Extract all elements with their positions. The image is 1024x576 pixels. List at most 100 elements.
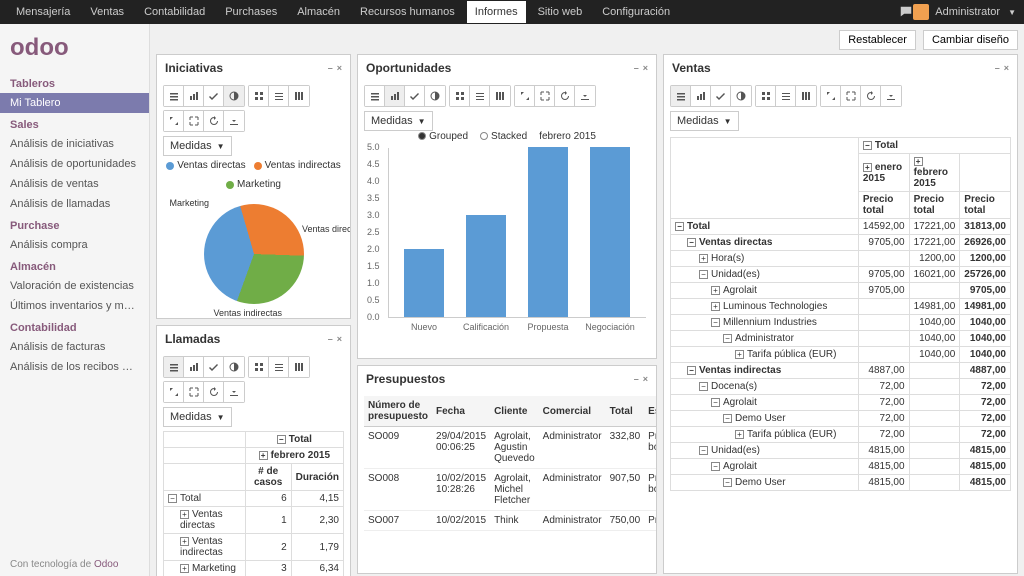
menu-almacén[interactable]: Almacén	[289, 1, 348, 23]
panel-presupuestos: Presupuestos –× Número de presupuestoFech…	[357, 365, 657, 574]
menu-contabilidad[interactable]: Contabilidad	[136, 1, 213, 23]
check-icon[interactable]	[204, 86, 224, 106]
full-icon[interactable]	[184, 382, 204, 402]
grid-icon[interactable]	[756, 86, 776, 106]
menu-sitio web[interactable]: Sitio web	[530, 1, 591, 23]
list-icon[interactable]	[671, 86, 691, 106]
user-menu[interactable]: Administrator ▼	[913, 4, 1016, 20]
stacked-toggle[interactable]: Stacked	[480, 131, 527, 142]
lines-icon[interactable]	[269, 86, 289, 106]
panel-iniciativas: Iniciativas–× Medidas▼ Ventas directasVe…	[156, 54, 351, 319]
cols-icon[interactable]	[796, 86, 816, 106]
half-icon[interactable]	[731, 86, 751, 106]
minimize-icon[interactable]: –	[328, 334, 333, 344]
minimize-icon[interactable]: –	[995, 63, 1000, 73]
sidebar-item[interactable]: Análisis de ventas	[0, 174, 149, 194]
sidebar-item[interactable]: Análisis de iniciativas	[0, 134, 149, 154]
sidebar-item[interactable]: Análisis de llamadas	[0, 194, 149, 214]
list-icon[interactable]	[164, 86, 184, 106]
sidebar-item[interactable]: Análisis de facturas	[0, 337, 149, 357]
sidebar-item[interactable]: Mi Tablero	[0, 93, 149, 113]
bar-icon[interactable]	[184, 357, 204, 377]
budget-table: Número de presupuestoFechaClienteComerci…	[364, 396, 656, 531]
download-icon[interactable]	[575, 86, 595, 106]
list-icon[interactable]	[164, 357, 184, 377]
list-icon[interactable]	[365, 86, 385, 106]
refresh-icon[interactable]	[204, 111, 224, 131]
menu-ventas[interactable]: Ventas	[82, 1, 132, 23]
table-row[interactable]: SO00929/04/2015 00:06:25Agrolait, Agusti…	[364, 427, 656, 469]
minimize-icon[interactable]: –	[634, 63, 639, 73]
panel-title: Presupuestos	[366, 372, 445, 386]
expand-icon[interactable]	[821, 86, 841, 106]
menu-mensajería[interactable]: Mensajería	[8, 1, 78, 23]
legend-item: Ventas indirectas	[254, 160, 341, 171]
measures-dropdown[interactable]: Medidas▼	[163, 407, 232, 427]
sidebar-item[interactable]: Últimos inventarios y movi...	[0, 296, 149, 316]
close-icon[interactable]: ×	[643, 63, 648, 73]
half-icon[interactable]	[425, 86, 445, 106]
full-icon[interactable]	[184, 111, 204, 131]
table-row[interactable]: SO00810/02/2015 10:28:26Agrolait, Michel…	[364, 469, 656, 511]
menu-recursos humanos[interactable]: Recursos humanos	[352, 1, 463, 23]
panel-oportunidades: Oportunidades –× Medidas▼ Grouped Stacked…	[357, 54, 657, 359]
sidebar-item[interactable]: Análisis de los recibos de ...	[0, 357, 149, 377]
grid-icon[interactable]	[249, 357, 269, 377]
close-icon[interactable]: ×	[337, 334, 342, 344]
cols-icon[interactable]	[289, 357, 309, 377]
check-icon[interactable]	[711, 86, 731, 106]
minimize-icon[interactable]: –	[328, 63, 333, 73]
expand-icon[interactable]	[515, 86, 535, 106]
reset-button[interactable]: Restablecer	[839, 30, 916, 50]
half-icon[interactable]	[224, 357, 244, 377]
lines-icon[interactable]	[776, 86, 796, 106]
bar	[404, 249, 444, 317]
close-icon[interactable]: ×	[1004, 63, 1009, 73]
sidebar-item[interactable]: Análisis compra	[0, 235, 149, 255]
minimize-icon[interactable]: –	[634, 374, 639, 384]
refresh-icon[interactable]	[555, 86, 575, 106]
panel-llamadas: Llamadas–× Medidas▼ −Total +febrero 2015…	[156, 325, 351, 576]
cols-icon[interactable]	[490, 86, 510, 106]
download-icon[interactable]	[224, 111, 244, 131]
cols-icon[interactable]	[289, 86, 309, 106]
grouped-toggle[interactable]: Grouped	[418, 131, 468, 142]
bar-icon[interactable]	[385, 86, 405, 106]
close-icon[interactable]: ×	[643, 374, 648, 384]
grid-icon[interactable]	[249, 86, 269, 106]
half-icon[interactable]	[224, 86, 244, 106]
lines-icon[interactable]	[470, 86, 490, 106]
refresh-icon[interactable]	[204, 382, 224, 402]
download-icon[interactable]	[224, 382, 244, 402]
full-icon[interactable]	[841, 86, 861, 106]
measures-dropdown[interactable]: Medidas▼	[670, 111, 739, 131]
lines-icon[interactable]	[269, 357, 289, 377]
check-icon[interactable]	[204, 357, 224, 377]
chat-icon[interactable]	[899, 5, 913, 19]
bar-icon[interactable]	[691, 86, 711, 106]
panel-title: Oportunidades	[366, 61, 451, 75]
close-icon[interactable]: ×	[337, 63, 342, 73]
menu-informes[interactable]: Informes	[467, 1, 526, 23]
bar	[528, 147, 568, 317]
expand-icon[interactable]	[164, 111, 184, 131]
bar-icon[interactable]	[184, 86, 204, 106]
expand-icon[interactable]	[164, 382, 184, 402]
full-icon[interactable]	[535, 86, 555, 106]
panel-title: Iniciativas	[165, 61, 223, 75]
menu-configuración[interactable]: Configuración	[594, 1, 678, 23]
refresh-icon[interactable]	[861, 86, 881, 106]
download-icon[interactable]	[881, 86, 901, 106]
change-layout-button[interactable]: Cambiar diseño	[923, 30, 1018, 50]
grid-icon[interactable]	[450, 86, 470, 106]
table-row[interactable]: SO00710/02/2015ThinkAdministrator750,00P…	[364, 511, 656, 531]
sidebar-item[interactable]: Análisis de oportunidades	[0, 154, 149, 174]
check-icon[interactable]	[405, 86, 425, 106]
measures-dropdown[interactable]: Medidas▼	[364, 111, 433, 131]
panel-ventas: Ventas–× Medidas▼ −Total +enero 2015+feb…	[663, 54, 1018, 574]
sidebar-item[interactable]: Valoración de existencias	[0, 276, 149, 296]
side-section: Contabilidad	[0, 316, 149, 337]
menu-purchases[interactable]: Purchases	[217, 1, 285, 23]
top-menubar: MensajeríaVentasContabilidadPurchasesAlm…	[0, 0, 1024, 24]
measures-dropdown[interactable]: Medidas▼	[163, 136, 232, 156]
